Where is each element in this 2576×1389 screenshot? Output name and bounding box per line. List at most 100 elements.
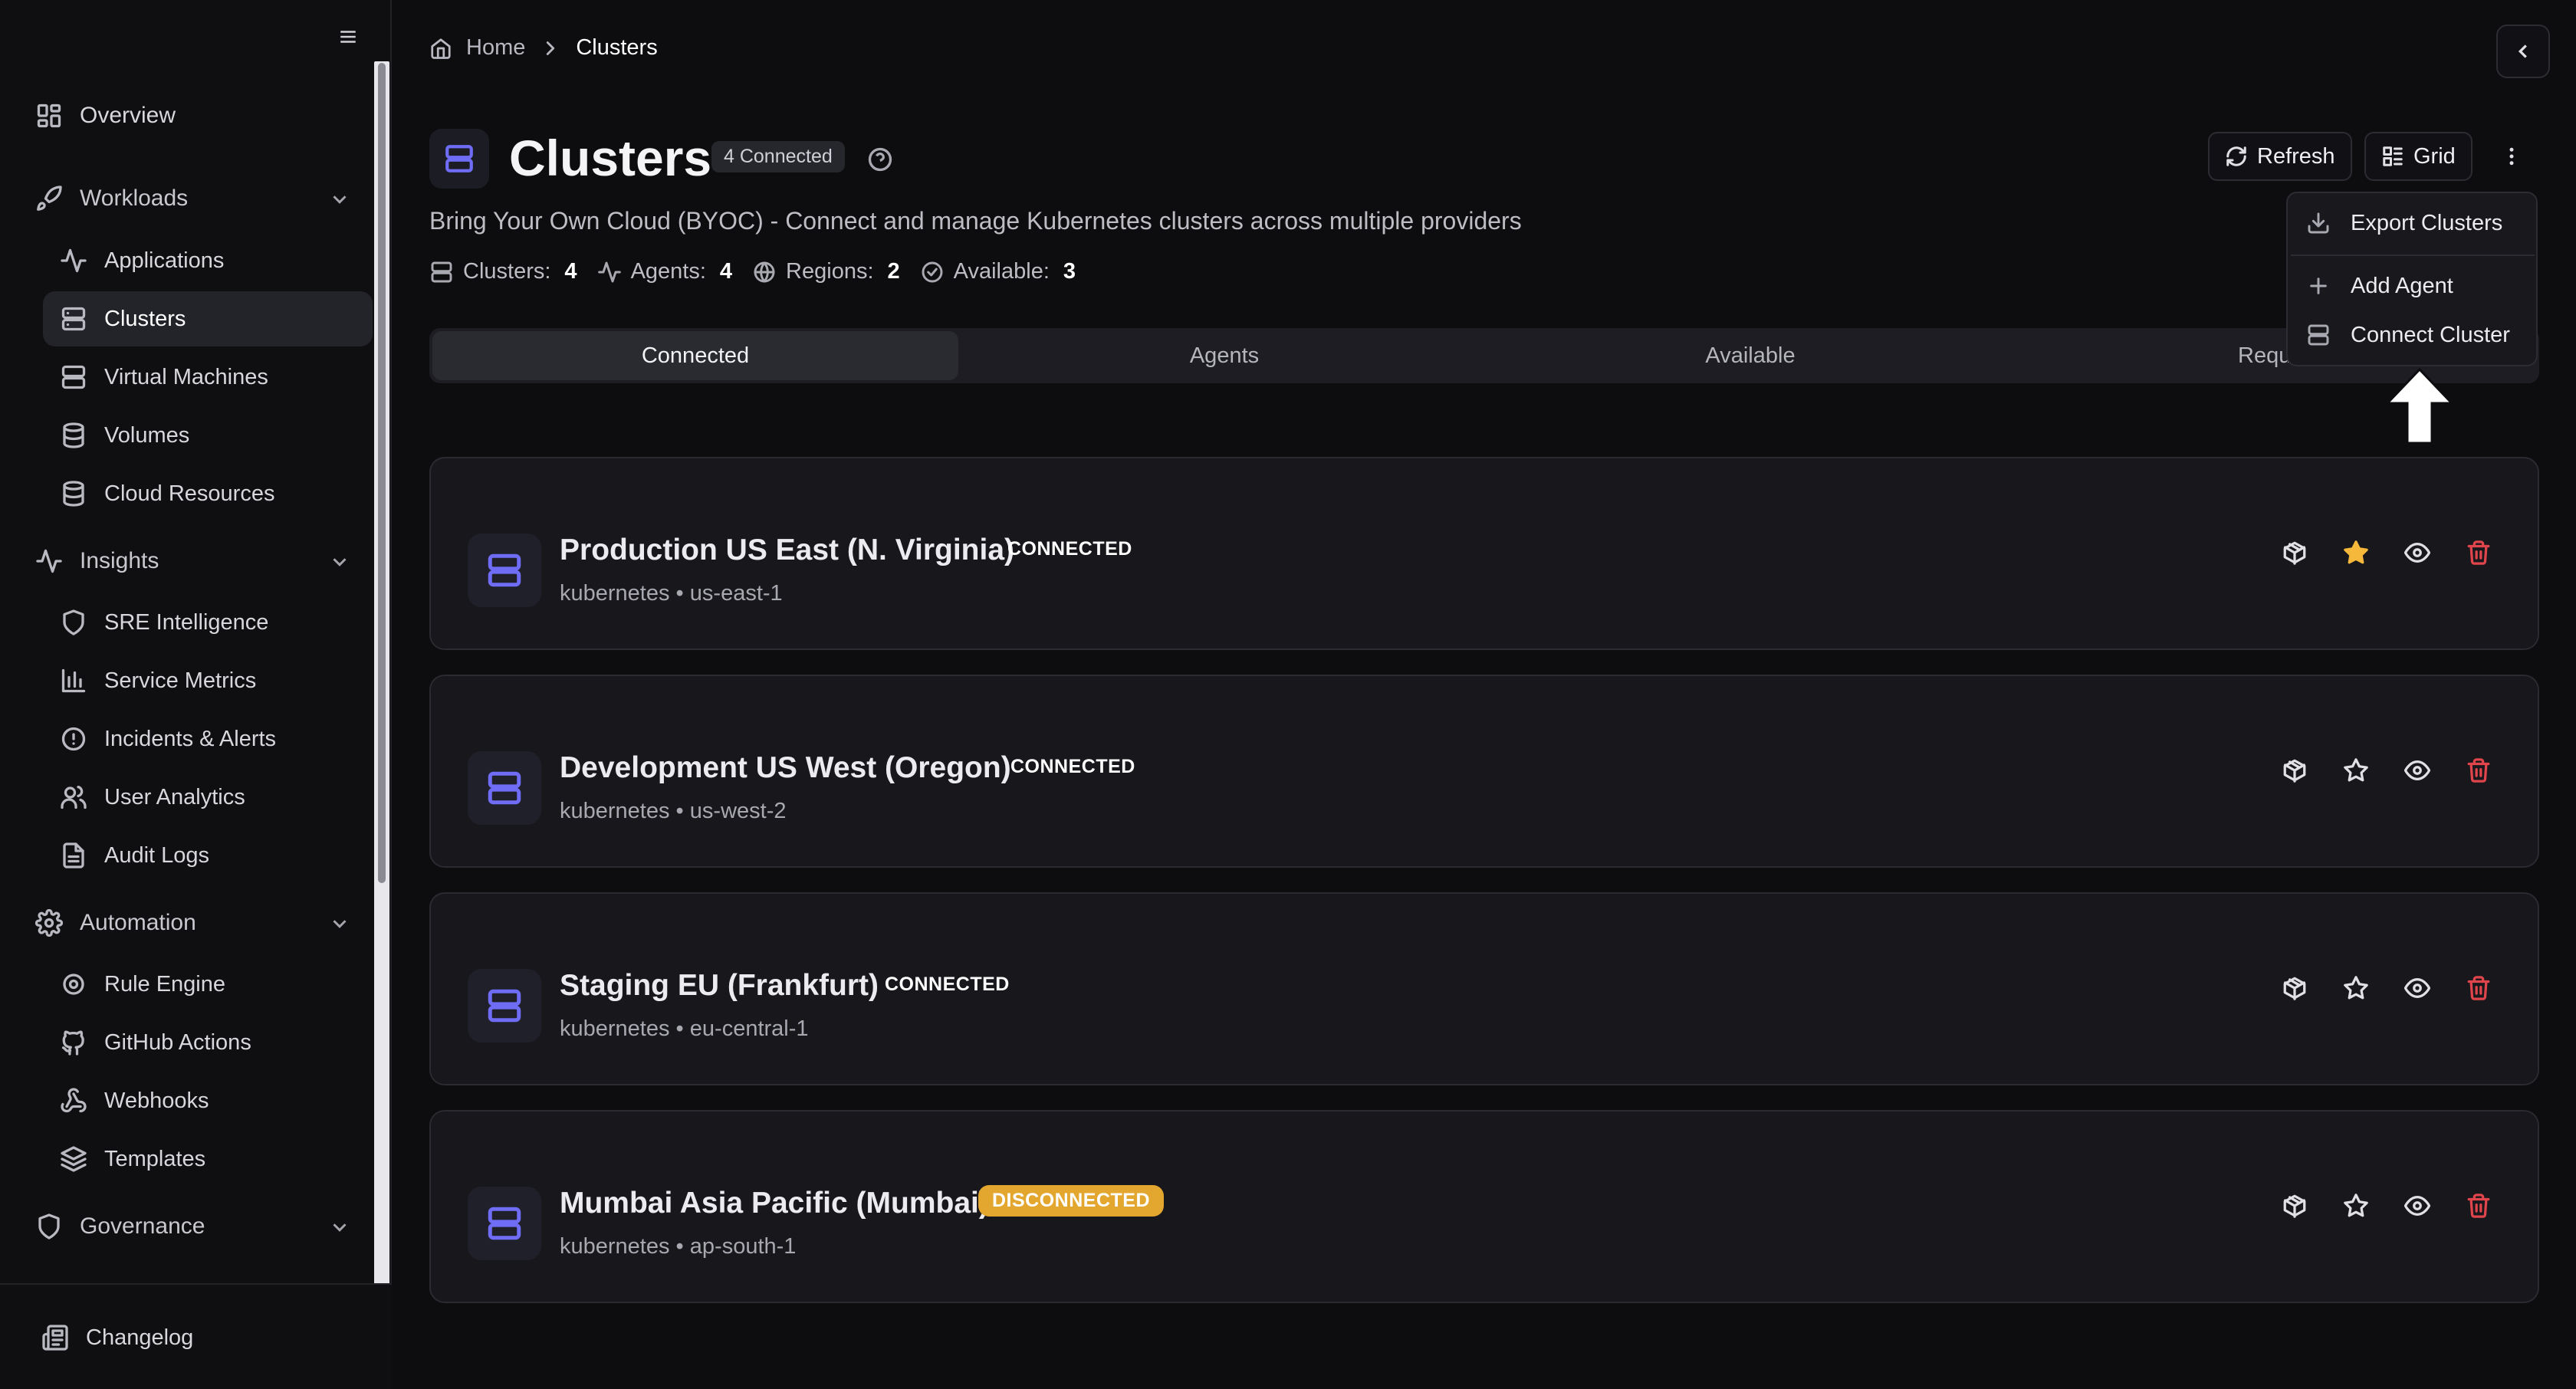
breadcrumb-home-link[interactable]: Home [466,35,525,61]
sidebar-group-label: Governance [80,1213,205,1239]
cluster-meta: kubernetes • us-west-2 [560,799,787,823]
stat-value: 4 [719,259,733,284]
webhook-icon [61,1088,87,1113]
star-icon[interactable] [2343,975,2369,1001]
sidebar-item-label: SRE Intelligence [104,609,269,635]
check-circle-icon [922,261,943,282]
trash-icon[interactable] [2466,757,2492,783]
chevron-down-icon[interactable] [328,1216,351,1239]
package-icon[interactable] [2282,757,2308,783]
chevron-right-icon [547,41,555,55]
sidebar-item-changelog[interactable]: Changelog [41,1310,193,1365]
stat-label: Available: [953,259,1050,284]
sidebar-scrollbar[interactable] [374,61,389,1285]
sidebar-item-label: Rule Engine [104,971,225,997]
gear-icon [63,974,84,995]
stat-label: Clusters: [463,259,551,284]
eye-icon[interactable] [2404,540,2430,566]
sidebar-item-cloud-resources[interactable]: Cloud Resources [60,466,274,521]
dashboard-icon [37,103,61,128]
package-icon[interactable] [2282,975,2308,1001]
refresh-button[interactable]: Refresh [2208,132,2352,181]
sidebar-item-sre-intelligence[interactable]: SRE Intelligence [60,595,268,650]
trash-icon[interactable] [2466,1193,2492,1219]
shield-icon [63,609,84,635]
menu-item-connect-cluster[interactable]: Connect Cluster [2288,313,2536,357]
sidebar-item-label: Overview [80,103,176,128]
star-icon[interactable] [2343,540,2369,566]
activity-icon [61,248,87,273]
sidebar-item-webhooks[interactable]: Webhooks [60,1073,209,1128]
sidebar-item-volumes[interactable]: Volumes [60,408,189,463]
cluster-type: kubernetes [560,1016,670,1041]
page-icon [429,129,489,189]
chevron-down-icon[interactable] [328,912,351,935]
stat-regions: Regions: 2 [752,259,900,284]
stats-bar: Clusters: 4 Agents: 4 Regions: 2 Available:… [429,259,1096,284]
sidebar-item-user-analytics[interactable]: User Analytics [60,770,245,825]
menu-item-add-agent[interactable]: Add Agent [2288,264,2536,308]
sidebar-item-label: Incidents & Alerts [104,726,277,751]
scrollbar-thumb[interactable] [378,63,386,883]
server-icon [468,969,541,1043]
trash-icon[interactable] [2466,540,2492,566]
cluster-type: kubernetes [560,799,670,823]
sidebar-item-label: Virtual Machines [104,364,268,389]
sidebar-item-incidents-alerts[interactable]: Incidents & Alerts [60,711,276,767]
cluster-card[interactable]: Production US East (N. Virginia) CONNECT… [429,457,2539,650]
cluster-meta: kubernetes • eu-central-1 [560,1016,809,1041]
tab-available[interactable]: Available [1487,328,2013,383]
sidebar-footer: Changelog [0,1283,392,1389]
alert-circle-icon [61,727,86,751]
sidebar-item-virtual-machines[interactable]: Virtual Machines [60,350,268,405]
grid-view-button[interactable]: Grid [2364,132,2472,181]
card-actions [2282,975,2492,1001]
sidebar-toggle-button[interactable] [334,23,362,51]
tab-agents[interactable]: Agents [961,328,1487,383]
server-icon [61,307,86,331]
collapse-panel-button[interactable] [2496,25,2550,78]
sidebar-item-audit-logs[interactable]: Audit Logs [60,828,209,883]
package-icon[interactable] [2282,1193,2308,1219]
status-badge-disconnected: DISCONNECTED [978,1185,1165,1217]
shield-icon [38,1213,60,1240]
cluster-name: Staging EU (Frankfurt) [560,969,879,1002]
sidebar-item-github-actions[interactable]: GitHub Actions [60,1015,251,1070]
sidebar-item-clusters[interactable]: Clusters [43,291,373,346]
menu-item-export-clusters[interactable]: Export Clusters [2288,201,2536,245]
tab-connected[interactable]: Connected [432,331,958,380]
sidebar-group-automation[interactable]: Automation [35,895,196,951]
star-icon[interactable] [2343,1193,2369,1219]
sidebar-group-label: Automation [80,910,196,935]
home-icon [431,38,451,59]
cluster-card[interactable]: Staging EU (Frankfurt) CONNECTED kuberne… [429,892,2539,1085]
sidebar-item-rule-engine[interactable]: Rule Engine [60,957,225,1012]
stat-available: Available: 3 [920,259,1076,284]
cluster-card[interactable]: Mumbai Asia Pacific (Mumbai) DISCONNECTE… [429,1110,2539,1303]
sidebar: Overview Workloads Applications Clusters… [0,0,392,1389]
options-dropdown-menu: Export Clusters Add Agent Connect Cluste… [2286,192,2538,366]
sidebar-item-overview[interactable]: Overview [35,88,176,143]
sidebar-group-workloads[interactable]: Workloads [35,171,188,226]
sidebar-group-insights[interactable]: Insights [35,534,159,589]
sidebar-item-templates[interactable]: Templates [60,1131,205,1187]
breadcrumb: Home Clusters [429,35,658,61]
sidebar-item-applications[interactable]: Applications [60,233,224,288]
chevron-down-icon[interactable] [328,188,351,211]
cluster-card[interactable]: Development US West (Oregon) CONNECTED k… [429,675,2539,868]
chevron-down-icon[interactable] [328,550,351,573]
status-badge: CONNECTED [885,974,1010,995]
star-icon[interactable] [2343,757,2369,783]
stat-agents: Agents: 4 [597,259,732,284]
eye-icon[interactable] [2404,757,2430,783]
more-options-button[interactable] [2496,136,2527,176]
eye-icon[interactable] [2404,975,2430,1001]
eye-icon[interactable] [2404,1193,2430,1219]
package-icon[interactable] [2282,540,2308,566]
trash-icon[interactable] [2466,975,2492,1001]
menu-divider [2291,254,2535,256]
database-icon [63,422,84,448]
sidebar-item-service-metrics[interactable]: Service Metrics [60,653,256,708]
help-icon[interactable] [866,146,894,173]
sidebar-group-governance[interactable]: Governance [35,1199,205,1254]
